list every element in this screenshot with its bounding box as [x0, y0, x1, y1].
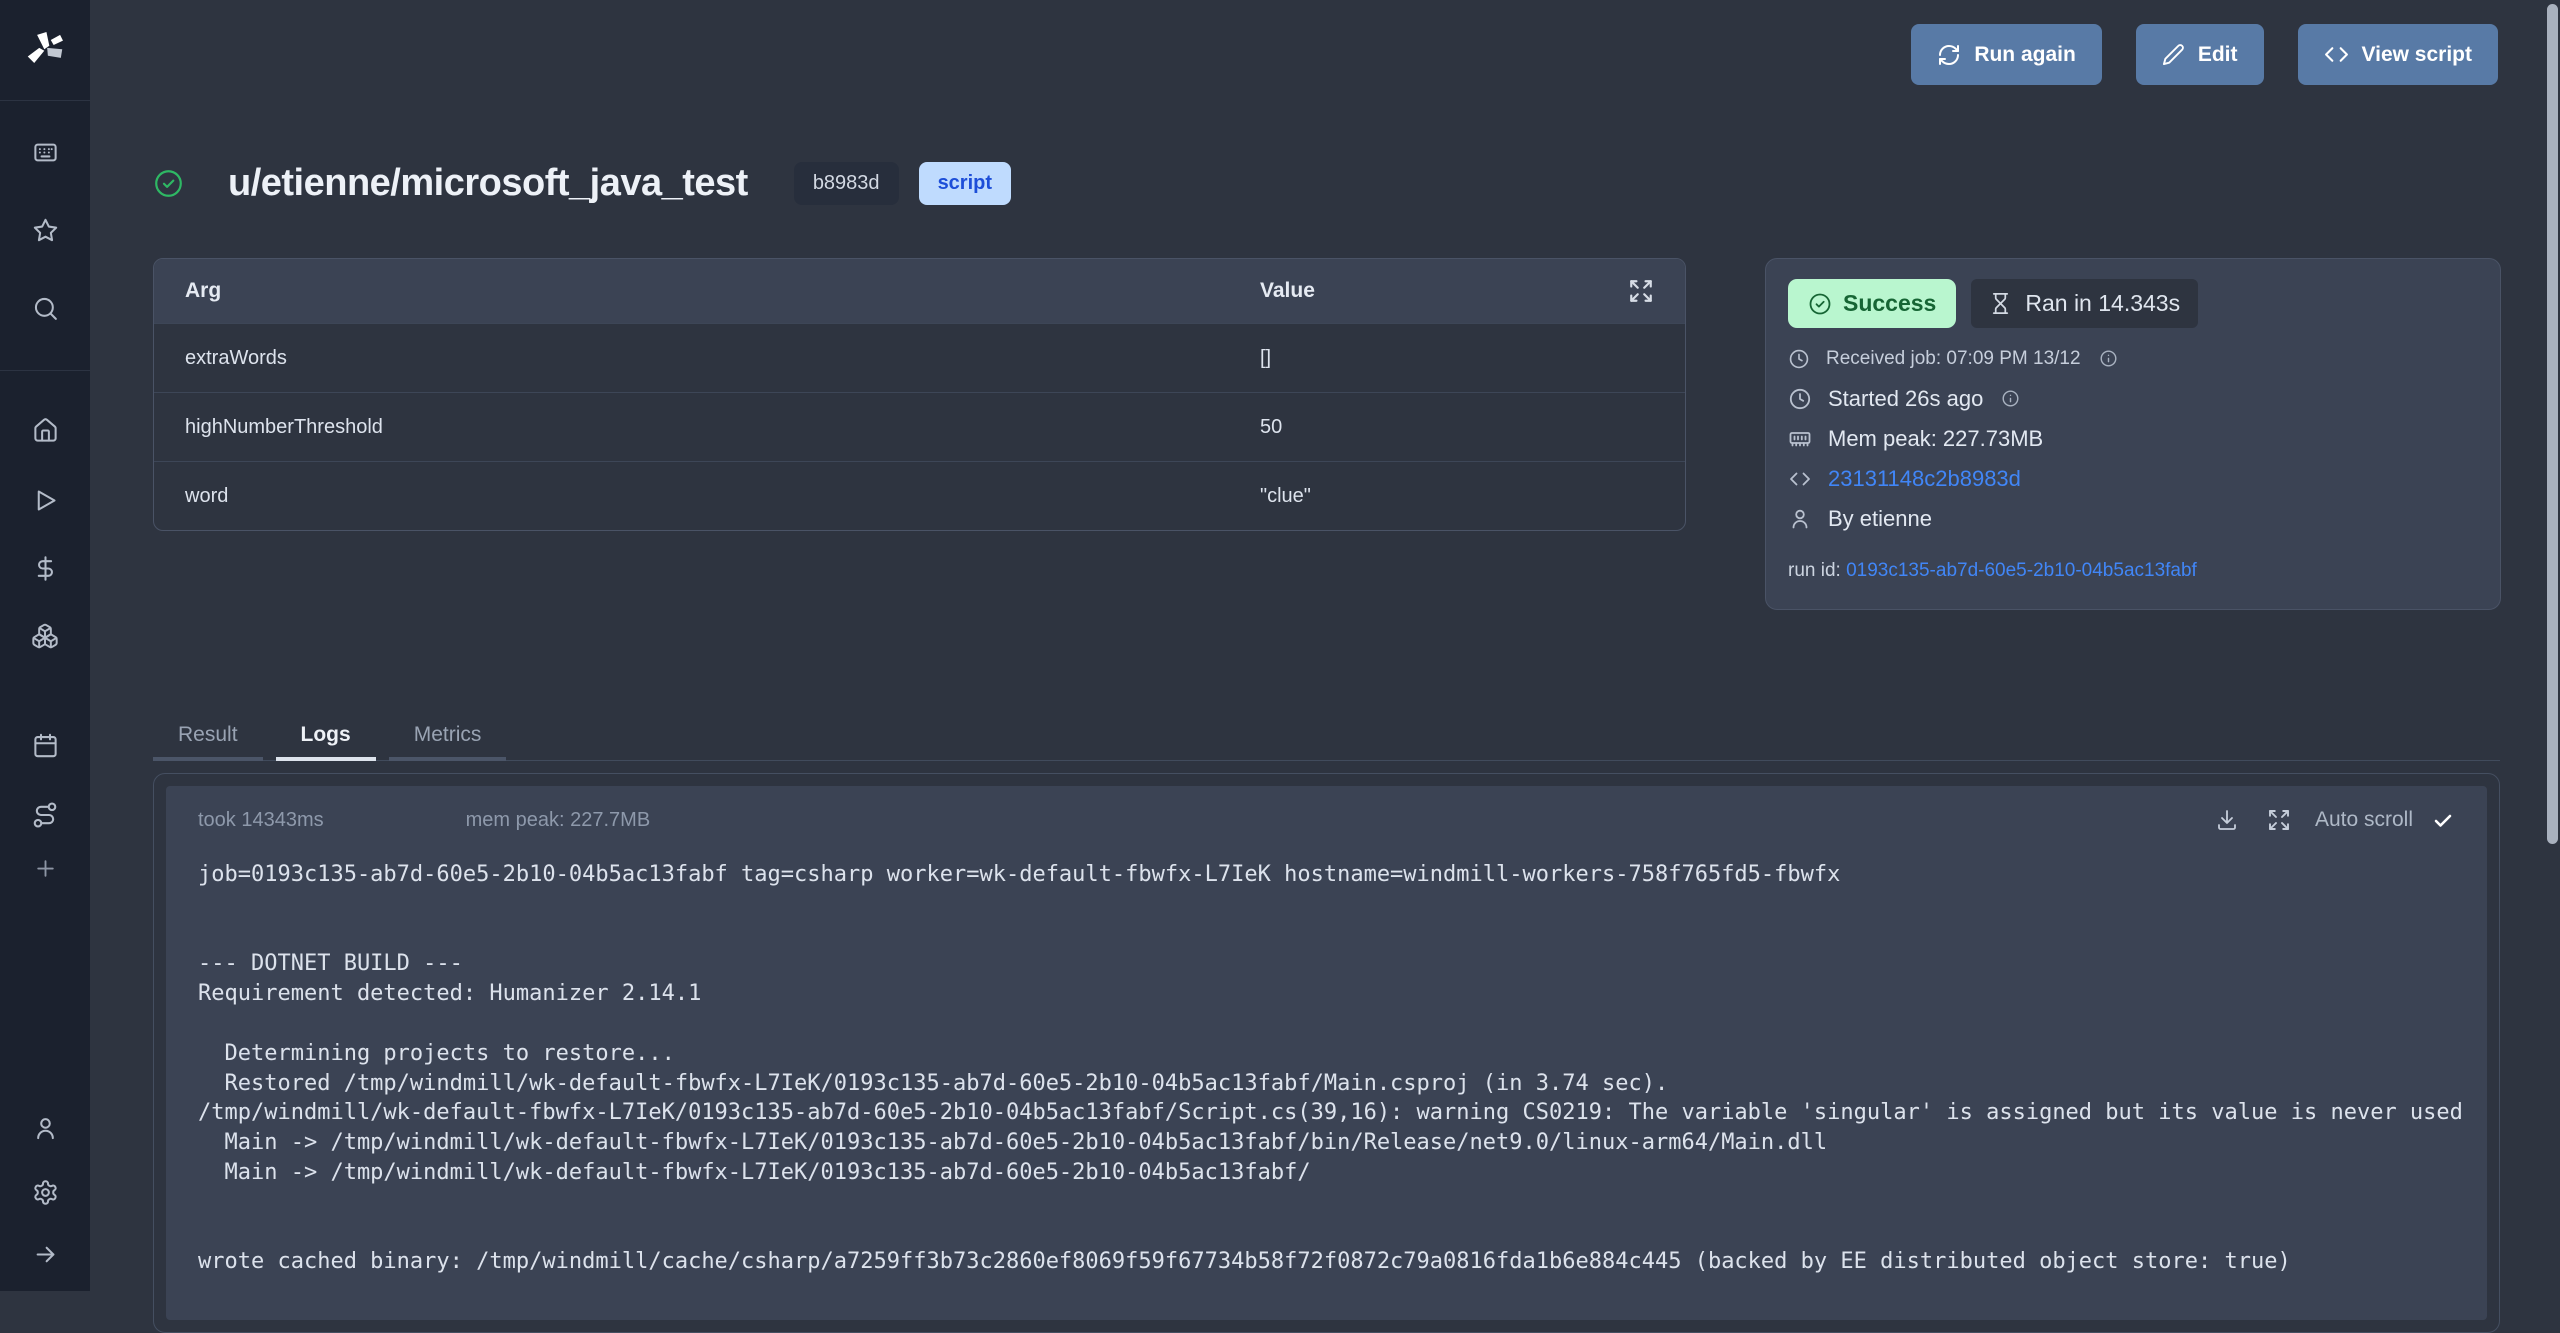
create-icon[interactable] [0, 842, 90, 894]
arg-name: extraWords [185, 347, 1260, 370]
edit-label: Edit [2198, 43, 2238, 67]
log-viewer: took 14343ms mem peak: 227.7MB Auto scro… [166, 786, 2487, 1320]
refresh-icon [1937, 43, 1961, 67]
author-row: By etienne [1788, 503, 2478, 534]
args-table-header: Arg Value [154, 259, 1685, 323]
run-again-label: Run again [1974, 43, 2076, 67]
expand-logs-icon[interactable] [2267, 808, 2291, 832]
page-title: u/etienne/microsoft_java_test [228, 162, 748, 205]
sidebar-divider [0, 100, 90, 101]
code-icon [1788, 467, 1812, 491]
auto-scroll-checkbox[interactable] [2431, 808, 2455, 832]
log-took: took 14343ms [198, 809, 324, 832]
info-icon[interactable] [2099, 349, 2118, 368]
log-mem-peak: mem peak: 227.7MB [466, 809, 651, 832]
log-container: took 14343ms mem peak: 227.7MB Auto scro… [153, 773, 2500, 1333]
arg-name: word [185, 485, 1260, 508]
status-badge: Success [1788, 279, 1956, 328]
log-header: took 14343ms mem peak: 227.7MB Auto scro… [166, 786, 2487, 836]
status-row: Success Ran in 14.343s [1788, 279, 2478, 328]
info-icon[interactable] [2001, 389, 2020, 408]
user-icon [1788, 507, 1812, 531]
home-icon[interactable] [0, 400, 90, 460]
column-header-value: Value [1260, 279, 1628, 303]
run-again-button[interactable]: Run again [1911, 24, 2102, 85]
expand-sidebar-icon[interactable] [0, 1224, 90, 1284]
kind-badge[interactable]: script [919, 162, 1011, 205]
clock-icon [1788, 387, 1812, 411]
variables-icon[interactable] [0, 538, 90, 598]
hourglass-icon [1989, 292, 2012, 315]
received-label: Received job: 07:09 PM 13/12 [1826, 348, 2081, 370]
sidebar [0, 0, 90, 1291]
workers-icon[interactable] [0, 785, 90, 845]
tab-list: Result Logs Metrics [153, 713, 2500, 761]
mem-peak-row: Mem peak: 227.73MB [1788, 423, 2478, 454]
tab-result[interactable]: Result [153, 713, 263, 761]
started-row: Started 26s ago [1788, 383, 2478, 414]
arg-value: "clue" [1260, 485, 1654, 508]
expand-args-icon[interactable] [1628, 278, 1654, 304]
resources-icon[interactable] [0, 606, 90, 666]
success-check-icon [153, 168, 184, 199]
auto-scroll-label: Auto scroll [2315, 808, 2413, 832]
windmill-logo[interactable] [0, 0, 90, 100]
run-id-link[interactable]: 0193c135-ab7d-60e5-2b10-04b5ac13fabf [1846, 560, 2197, 581]
script-hash-row: 23131148c2b8983d [1788, 463, 2478, 494]
account-icon[interactable] [0, 1098, 90, 1158]
version-hash-badge: b8983d [794, 162, 899, 205]
received-row: Received job: 07:09 PM 13/12 [1788, 343, 2478, 374]
arg-name: highNumberThreshold [185, 416, 1260, 439]
pencil-icon [2162, 43, 2185, 66]
column-header-arg: Arg [185, 279, 1260, 303]
header-actions: Run again Edit View script [1911, 24, 2498, 85]
memory-icon [1788, 427, 1812, 451]
settings-icon[interactable] [0, 1162, 90, 1222]
tab-logs[interactable]: Logs [276, 713, 376, 761]
arg-value: [] [1260, 347, 1654, 370]
table-row: word "clue" [154, 461, 1685, 530]
workspace-icon[interactable] [0, 122, 90, 182]
duration-label: Ran in 14.343s [2025, 290, 2180, 317]
run-id-label: run id: [1788, 560, 1841, 581]
run-id-row: run id: 0193c135-ab7d-60e5-2b10-04b5ac13… [1788, 560, 2478, 582]
view-script-button[interactable]: View script [2298, 24, 2499, 85]
run-info-panel: Success Ran in 14.343s Received job: 07:… [1765, 258, 2501, 610]
view-script-label: View script [2362, 43, 2473, 67]
table-row: extraWords [] [154, 323, 1685, 392]
search-icon[interactable] [0, 278, 90, 338]
page-scrollbar[interactable] [2547, 4, 2558, 844]
schedules-icon[interactable] [0, 715, 90, 775]
mem-peak-label: Mem peak: 227.73MB [1828, 426, 2043, 452]
clock-icon [1788, 348, 1810, 370]
check-circle-icon [1808, 292, 1832, 316]
runs-icon[interactable] [0, 470, 90, 530]
windmill-logo-icon [22, 27, 68, 73]
download-logs-icon[interactable] [2215, 808, 2239, 832]
started-label: Started 26s ago [1828, 386, 1983, 412]
arg-value: 50 [1260, 416, 1654, 439]
favorites-star-icon[interactable] [0, 200, 90, 260]
duration-chip: Ran in 14.343s [1971, 279, 2198, 328]
result-tabs: Result Logs Metrics [153, 713, 2500, 761]
status-label: Success [1843, 290, 1936, 317]
script-hash-link[interactable]: 23131148c2b8983d [1828, 466, 2021, 492]
title-row: u/etienne/microsoft_java_test b8983d scr… [153, 152, 1011, 214]
sidebar-divider [0, 370, 90, 371]
tab-metrics[interactable]: Metrics [389, 713, 507, 761]
edit-button[interactable]: Edit [2136, 24, 2264, 85]
args-table: Arg Value extraWords [] highNumberThresh… [153, 258, 1686, 531]
author-label: By etienne [1828, 506, 1932, 532]
log-output[interactable]: job=0193c135-ab7d-60e5-2b10-04b5ac13fabf… [166, 836, 2487, 1277]
table-row: highNumberThreshold 50 [154, 392, 1685, 461]
code-icon [2324, 42, 2349, 67]
